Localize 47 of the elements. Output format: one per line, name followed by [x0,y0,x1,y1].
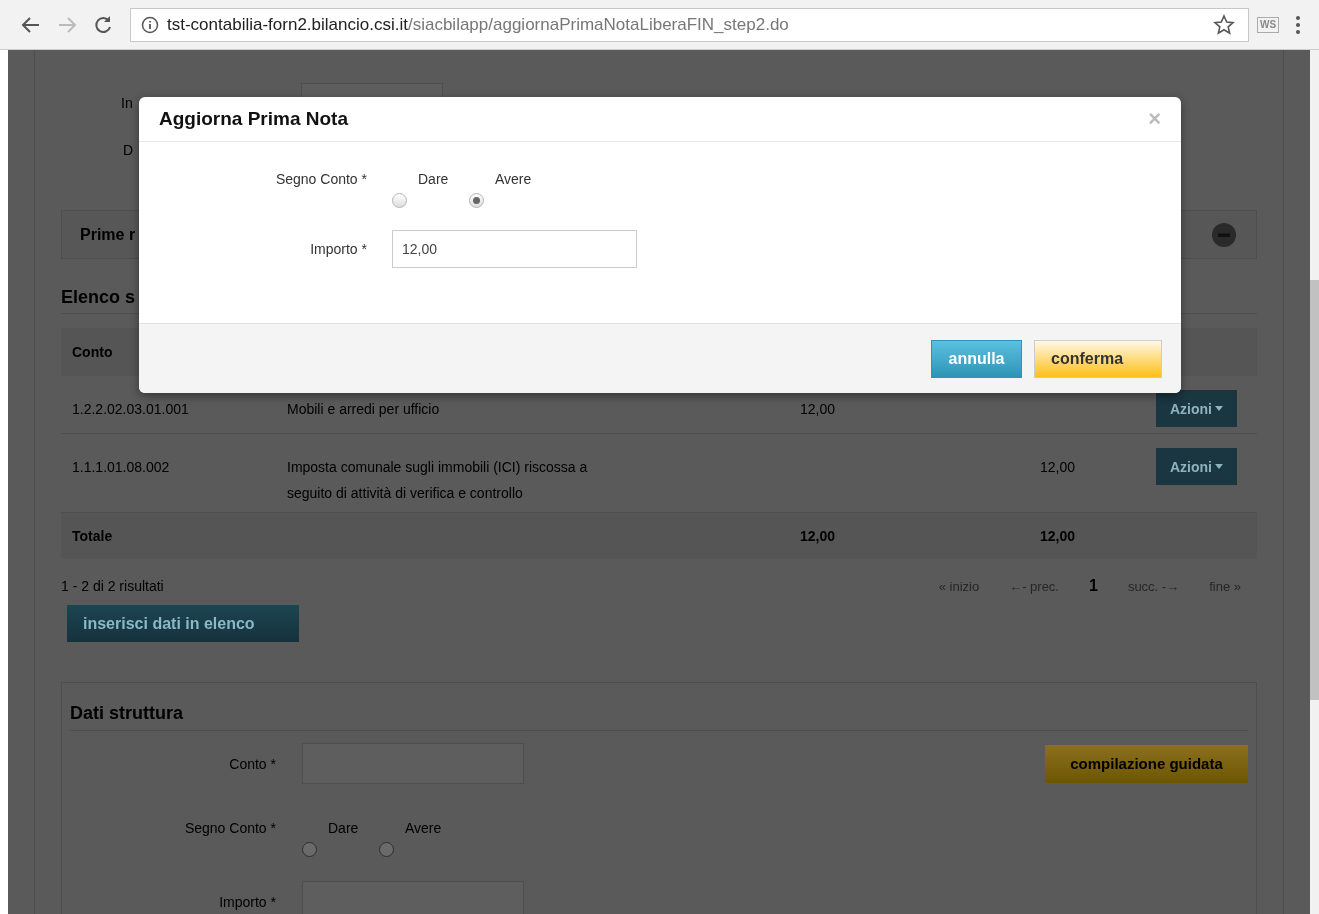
cancel-button[interactable]: annulla [931,339,1022,378]
radio-label: Dare [327,820,360,836]
table-cell-text: 12,00 [798,400,835,419]
table-cell-text: 12,00 [798,528,835,544]
confirm-button[interactable]: conferma [1034,339,1162,378]
field-label: Importo * [218,893,277,910]
field-label: Segno Conto * [183,820,277,836]
radio-label: Dare [417,171,450,187]
caret-icon [1215,464,1223,469]
table-cell-text: 12,00 [1038,528,1075,544]
extension-button[interactable]: WS [1257,16,1280,33]
actions-dropdown-button[interactable]: Azioni [1156,448,1237,485]
table-cell-text: Imposta comunale sugli immobili (ICI) riscossa a seguito di attività di verifica e controllo [287,458,589,503]
menu-icon[interactable] [1295,14,1302,35]
field-label: In [121,94,133,111]
table-cell-text: 12,00 [1038,458,1075,477]
dialog-title: Aggiorna Prima Nota [159,108,348,130]
radio-button[interactable] [379,842,394,857]
radio-button[interactable] [469,193,484,208]
address-bar[interactable]: tst-contabilia-forn2.bilancio.csi.it/siacbilapp/aggiornaPrimaNotaLiberaFIN_step2.do [130,7,1249,42]
panel-title: Prime r [80,225,136,244]
table-cell-text: Mobili e arredi per ufficio [287,400,441,419]
actions-dropdown-button[interactable]: Azioni [1156,390,1237,427]
scrollbar-thumb[interactable] [1310,280,1319,700]
radio-label: Avere [494,171,533,187]
caret-icon [1215,406,1223,411]
field-label: D [123,142,134,158]
column-header: Conto [72,344,113,360]
radio-button[interactable] [302,842,317,857]
pagination-link[interactable]: 1 [1089,577,1098,595]
close-button[interactable]: × [1148,109,1161,129]
table-cell-text: 1.2.2.02.03.01.001 [72,400,190,419]
field-label: Segno Conto * [274,171,368,187]
info-icon[interactable] [141,15,159,34]
amount-input[interactable]: 12,00 [392,230,637,268]
table-cell-text: 1.1.1.01.08.002 [72,458,171,477]
radio-button[interactable] [392,193,407,208]
results-count: 1 - 2 di 2 risultati [61,578,164,594]
collapse-icon[interactable] [1212,222,1236,247]
field-label: Conto * [228,755,277,772]
guided-fill-button[interactable]: compilazione guidata [1045,744,1248,783]
insert-button[interactable]: inserisci dati in elenco [67,605,299,642]
star-icon[interactable] [1213,13,1235,36]
radio-label: Avere [404,820,443,836]
field-label: Importo * [309,241,368,257]
section-title: Dati struttura [70,683,1248,731]
total-label: Totale [72,528,114,544]
